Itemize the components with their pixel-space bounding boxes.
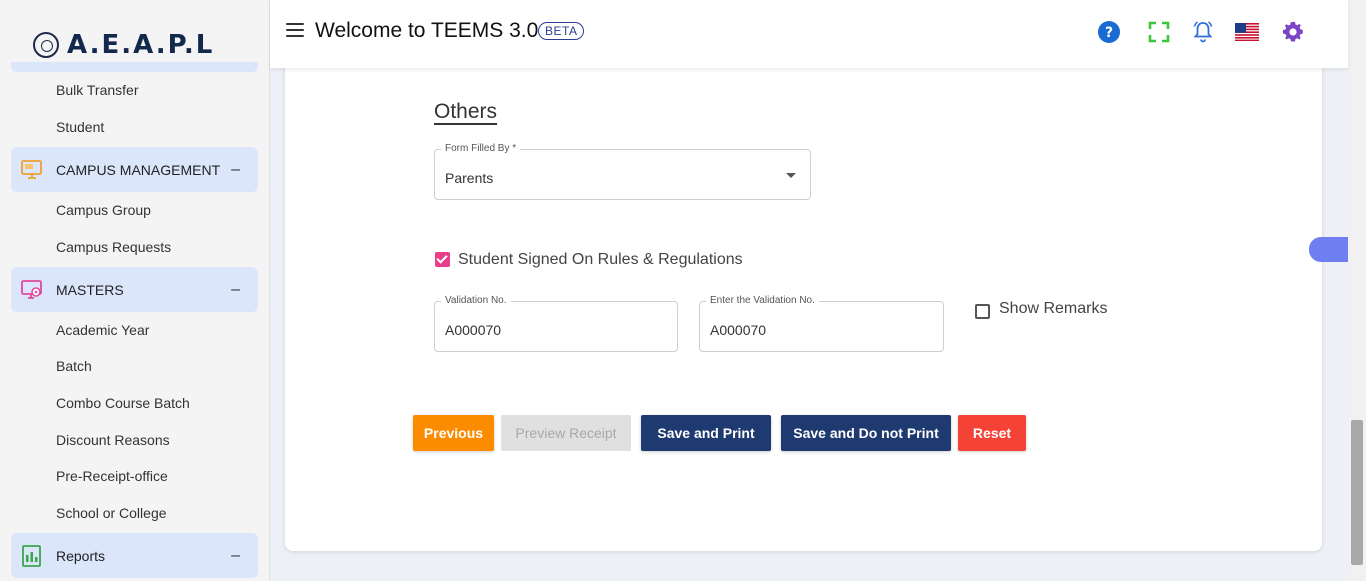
logo-text: A.E.A.P.L	[67, 30, 215, 60]
form-filled-by-label: Form Filled By *	[441, 143, 521, 155]
rules-regulations-label: Student Signed On Rules & Regulations	[458, 251, 743, 268]
logo[interactable]: A.E.A.P.L	[33, 30, 214, 60]
form-filled-by-value: Parents	[445, 170, 494, 186]
sidebar-group-label: MASTERS	[56, 281, 124, 298]
sidebar-group-label: CAMPUS MANAGEMENT	[56, 161, 221, 178]
scrollbar-thumb[interactable]	[1351, 420, 1363, 565]
settings-gear-icon[interactable]	[1281, 20, 1305, 44]
enter-validation-no-value: A000070	[710, 322, 767, 338]
sidebar-group-masters[interactable]: MASTERS –	[11, 267, 258, 312]
preview-receipt-button[interactable]: Preview Receipt	[501, 415, 631, 451]
validation-no-label: Validation No.	[441, 295, 511, 307]
previous-button[interactable]: Previous	[413, 415, 494, 451]
sidebar: A.E.A.P.L Bulk Transfer Student CAMPUS M…	[0, 0, 270, 581]
sidebar-group-reports[interactable]: Reports –	[11, 533, 258, 578]
validation-no-field[interactable]: Validation No. A000070	[434, 295, 678, 352]
sidebar-item-pre-receipt-office[interactable]: Pre-Receipt-office	[56, 468, 168, 484]
logo-emblem-icon	[33, 32, 59, 58]
page-title: Welcome to TEEMS 3.0	[315, 19, 539, 42]
enter-validation-no-field[interactable]: Enter the Validation No. A000070	[699, 295, 944, 352]
monitor-icon	[20, 158, 44, 182]
svg-text:?: ?	[1105, 25, 1113, 41]
top-header: Welcome to TEEMS 3.0 BETA ?	[270, 0, 1348, 68]
save-and-do-not-print-button[interactable]: Save and Do not Print	[781, 415, 951, 451]
us-flag-icon[interactable]	[1235, 20, 1259, 44]
beta-badge: BETA	[538, 22, 585, 40]
sidebar-item-academic-year[interactable]: Academic Year	[56, 322, 149, 338]
sidebar-group-label: Reports	[56, 547, 106, 564]
help-icon[interactable]: ?	[1097, 20, 1121, 44]
collapse-icon[interactable]: –	[231, 281, 240, 299]
sidebar-item-campus-group[interactable]: Campus Group	[56, 202, 151, 218]
monitor-settings-icon	[20, 278, 44, 302]
sidebar-item-combo-course-batch[interactable]: Combo Course Batch	[56, 395, 190, 411]
hamburger-menu-icon[interactable]	[286, 23, 304, 37]
section-title-others: Others	[434, 100, 498, 123]
collapse-icon[interactable]: –	[231, 161, 240, 179]
sidebar-item-student[interactable]: Student	[56, 119, 104, 135]
rules-regulations-checkbox[interactable]	[435, 252, 450, 267]
dropdown-caret-icon	[786, 173, 796, 178]
validation-no-value: A000070	[445, 322, 502, 338]
sidebar-group-campus-management[interactable]: CAMPUS MANAGEMENT –	[11, 147, 258, 192]
report-chart-icon	[20, 544, 44, 568]
sidebar-item-discount-reasons[interactable]: Discount Reasons	[56, 432, 170, 448]
sidebar-item-school-or-college[interactable]: School or College	[56, 505, 167, 521]
enter-validation-no-label: Enter the Validation No.	[706, 295, 819, 307]
save-and-print-button[interactable]: Save and Print	[641, 415, 771, 451]
reset-button[interactable]: Reset	[958, 415, 1026, 451]
page-scrollbar[interactable]	[1348, 0, 1366, 581]
side-drawer-tab[interactable]	[1309, 237, 1348, 262]
show-remarks-label: Show Remarks	[999, 300, 1108, 317]
notification-bell-icon[interactable]	[1191, 20, 1215, 44]
form-filled-by-select[interactable]: Form Filled By * Parents	[434, 143, 811, 200]
collapse-icon[interactable]: –	[231, 547, 240, 565]
sidebar-item-bulk-transfer[interactable]: Bulk Transfer	[56, 82, 138, 98]
logo-area: A.E.A.P.L	[0, 0, 269, 62]
sidebar-item-batch[interactable]: Batch	[56, 358, 92, 374]
show-remarks-checkbox[interactable]	[975, 304, 990, 319]
sidebar-item-campus-requests[interactable]: Campus Requests	[56, 239, 171, 255]
fullscreen-icon[interactable]	[1147, 20, 1171, 44]
